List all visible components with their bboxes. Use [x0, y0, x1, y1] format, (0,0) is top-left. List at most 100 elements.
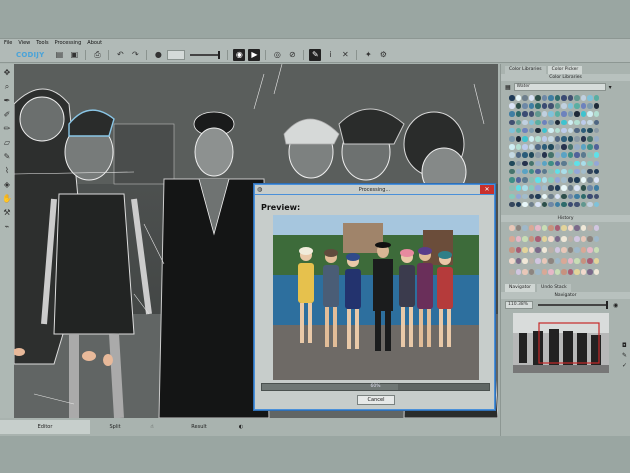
color-swatch[interactable]: [509, 136, 515, 142]
history-swatch[interactable]: [522, 247, 528, 253]
tab-navigator[interactable]: Navigator: [505, 284, 536, 292]
color-swatch[interactable]: [528, 160, 534, 167]
color-swatch[interactable]: [541, 193, 547, 200]
color-swatch[interactable]: [522, 193, 528, 200]
color-swatch[interactable]: [587, 177, 593, 183]
color-swatch[interactable]: [580, 152, 586, 158]
color-swatch[interactable]: [522, 127, 528, 134]
history-swatch[interactable]: [535, 247, 541, 253]
picker-icon[interactable]: ✐: [4, 110, 11, 119]
color-swatch[interactable]: [535, 193, 541, 200]
color-swatch[interactable]: [580, 111, 586, 117]
info-icon[interactable]: i: [324, 49, 336, 61]
color-swatch[interactable]: [515, 152, 521, 158]
tab-color-libraries[interactable]: Color Libraries: [505, 66, 546, 74]
tab-color-picker[interactable]: Color Picker: [547, 66, 583, 74]
tab-undo-stack[interactable]: Undo Stack: [537, 284, 571, 292]
history-swatch[interactable]: [593, 236, 599, 242]
history-swatch[interactable]: [554, 269, 560, 275]
history-swatch[interactable]: [587, 258, 593, 264]
play-icon[interactable]: ▶: [248, 48, 261, 61]
history-swatch[interactable]: [593, 225, 599, 231]
tab-editor[interactable]: Editor: [0, 420, 90, 434]
color-swatch[interactable]: [528, 177, 534, 183]
history-swatch[interactable]: [593, 247, 599, 253]
color-swatch[interactable]: [554, 111, 560, 117]
history-swatch[interactable]: [561, 269, 567, 275]
color-swatch[interactable]: [561, 152, 567, 158]
color-swatch[interactable]: [587, 168, 593, 175]
history-swatch[interactable]: [567, 225, 573, 231]
color-swatch[interactable]: [580, 103, 586, 109]
color-swatch[interactable]: [593, 168, 599, 175]
color-swatch[interactable]: [528, 103, 534, 109]
color-swatch[interactable]: [541, 185, 547, 191]
color-swatch[interactable]: [580, 127, 586, 134]
color-swatch[interactable]: [567, 144, 573, 150]
color-swatch[interactable]: [561, 185, 567, 191]
color-swatch[interactable]: [509, 127, 515, 134]
color-swatch[interactable]: [541, 95, 547, 101]
color-swatch[interactable]: [522, 185, 528, 191]
color-swatch[interactable]: [580, 201, 586, 208]
color-swatch[interactable]: [515, 177, 521, 183]
color-swatch[interactable]: [587, 103, 593, 109]
color-swatch[interactable]: [509, 103, 515, 109]
color-swatch[interactable]: [593, 136, 599, 142]
color-swatch[interactable]: [567, 95, 573, 101]
color-swatch[interactable]: [574, 201, 580, 208]
history-swatch[interactable]: [541, 236, 547, 242]
history-swatch[interactable]: [567, 269, 573, 275]
history-swatch[interactable]: [587, 225, 593, 231]
color-swatch[interactable]: [574, 144, 580, 150]
color-swatch[interactable]: [554, 152, 560, 158]
color-swatch[interactable]: [548, 185, 554, 191]
color-swatch[interactable]: [593, 103, 599, 109]
history-swatch[interactable]: [509, 258, 515, 264]
menu-file[interactable]: File: [4, 40, 12, 46]
color-swatch[interactable]: [548, 127, 554, 134]
history-swatch[interactable]: [580, 258, 586, 264]
color-swatch[interactable]: [548, 144, 554, 150]
color-swatch[interactable]: [567, 160, 573, 167]
history-swatch[interactable]: [554, 258, 560, 264]
color-swatch[interactable]: [528, 152, 534, 158]
fill-icon[interactable]: ◈: [4, 180, 10, 189]
history-swatch[interactable]: [515, 236, 521, 242]
color-swatch[interactable]: [541, 127, 547, 134]
compare-icon[interactable]: ⊘: [286, 49, 298, 61]
hand-icon[interactable]: ✋: [2, 194, 12, 203]
history-swatch[interactable]: [528, 269, 534, 275]
history-swatch[interactable]: [548, 258, 554, 264]
color-swatch[interactable]: [561, 103, 567, 109]
color-swatch[interactable]: [593, 111, 599, 117]
color-swatch[interactable]: [515, 103, 521, 109]
tab-split[interactable]: Split: [90, 420, 140, 434]
color-swatch[interactable]: [561, 177, 567, 183]
navigator-thumbnail[interactable]: [513, 313, 609, 373]
color-swatch[interactable]: [593, 95, 599, 101]
color-swatch[interactable]: [574, 152, 580, 158]
history-swatch[interactable]: [554, 225, 560, 231]
color-swatch[interactable]: [515, 168, 521, 175]
color-swatch[interactable]: [509, 152, 515, 158]
color-swatch[interactable]: [554, 103, 560, 109]
eye-toggle-icon[interactable]: ◐: [234, 420, 248, 434]
color-swatch[interactable]: [548, 119, 554, 126]
color-swatch[interactable]: [580, 193, 586, 200]
print-icon[interactable]: ⎙: [91, 49, 103, 61]
history-swatch[interactable]: [528, 258, 534, 264]
history-swatch[interactable]: [574, 225, 580, 231]
color-swatch[interactable]: [574, 95, 580, 101]
color-swatch[interactable]: [541, 201, 547, 208]
color-swatch[interactable]: [580, 160, 586, 167]
menu-processing[interactable]: Processing: [55, 40, 82, 46]
history-swatch[interactable]: [522, 225, 528, 231]
library-dropdown[interactable]: Water: [513, 83, 606, 91]
color-swatch[interactable]: [522, 103, 528, 109]
color-swatch[interactable]: [522, 144, 528, 150]
history-swatch[interactable]: [580, 247, 586, 253]
color-swatch[interactable]: [548, 103, 554, 109]
wand-tool-icon[interactable]: ⚒: [3, 208, 10, 217]
color-swatch[interactable]: [509, 193, 515, 200]
